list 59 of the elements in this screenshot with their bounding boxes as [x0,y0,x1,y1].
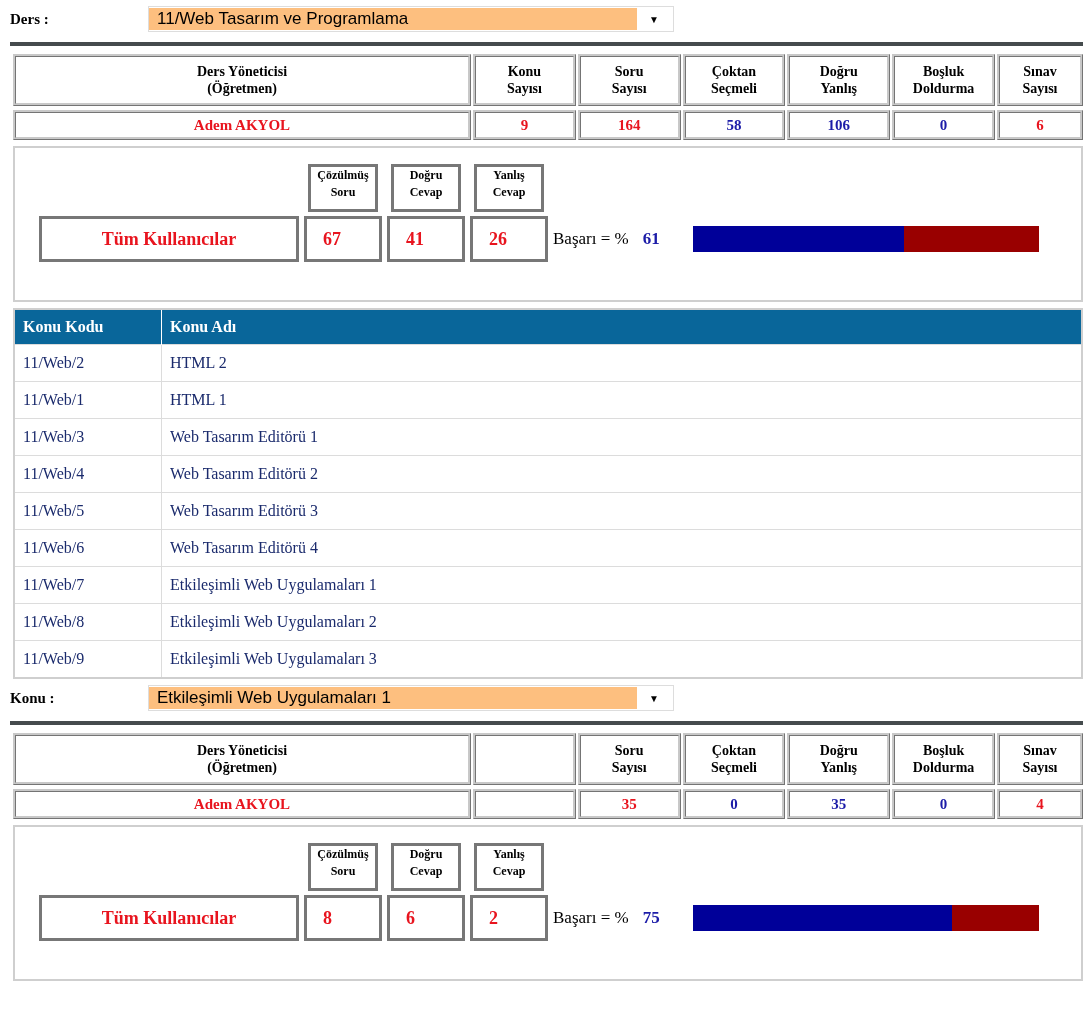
table-cell: 0 [892,110,995,140]
column-header: Ders Yöneticisi (Öğretmen) [13,733,471,785]
success-label: Başarı = % [553,229,629,249]
column-header: Konu Adı [161,309,1082,345]
table-cell[interactable]: 11/Web/6 [14,529,162,567]
table-cell: 41 [387,216,465,262]
column-header: Çoktan Seçmeli [682,733,786,785]
table-cell[interactable]: 11/Web/2 [14,344,162,382]
column-header: Çözülmüş Soru [308,843,378,891]
column-header: Boşluk Doldurma [892,54,995,106]
field-label: Konu : [10,689,56,707]
success-label: Başarı = % [553,908,629,928]
column-header: Çözülmüş Soru [308,164,378,212]
column-header: Ders Yöneticisi (Öğretmen) [13,54,471,106]
table-cell[interactable]: 11/Web/5 [14,492,162,530]
table-cell: 106 [787,110,891,140]
column-header: Yanlış Cevap [474,843,544,891]
column-header: Yanlış Cevap [474,164,544,212]
table-cell: Adem AKYOL [13,789,471,819]
field-label: Ders : [10,10,50,28]
table-cell: 6 [387,895,465,941]
column-header: Doğru Yanlış [787,54,891,106]
table-cell: 6 [997,110,1083,140]
table-cell: 2 [470,895,548,941]
table-cell: 67 [304,216,382,262]
table-cell: 26 [470,216,548,262]
table-cell: 0 [892,789,995,819]
table-cell: 8 [304,895,382,941]
column-header: Soru Sayısı [577,733,681,785]
table-cell: Tüm Kullanıcılar [39,895,299,941]
column-header: Doğru Cevap [391,164,461,212]
table-cell: 35 [787,789,891,819]
column-header: Konu Sayısı [473,54,576,106]
table-cell[interactable]: 11/Web/3 [14,418,162,456]
table-cell[interactable]: 11/Web/4 [14,455,162,493]
table-cell: 0 [682,789,786,819]
column-header: Boşluk Doldurma [892,733,995,785]
table-cell: Tüm Kullanıcılar [39,216,299,262]
success-value: 61 [642,229,661,249]
table-cell: 164 [577,110,681,140]
table-cell[interactable]: 11/Web/1 [14,381,162,419]
table-cell[interactable]: 11/Web/8 [14,603,162,641]
table-cell[interactable]: 11/Web/7 [14,566,162,604]
column-header: Konu Kodu [14,309,162,345]
column-header: Sınav Sayısı [997,54,1083,106]
table-cell: 4 [997,789,1083,819]
column-header: Çoktan Seçmeli [682,54,786,106]
table-cell[interactable]: HTML 2 [161,344,1082,382]
column-header: Soru Sayısı [577,54,681,106]
column-header: Sınav Sayısı [997,733,1083,785]
column-header: Doğru Cevap [391,843,461,891]
success-value: 75 [642,908,661,928]
dropdown-field[interactable]: 11/Web Tasarım ve Programlama ▼ [148,6,674,32]
table-cell: Adem AKYOL [13,110,471,140]
column-header: Doğru Yanlış [787,733,891,785]
table-cell: 9 [473,110,576,140]
table-cell: 35 [577,789,681,819]
table-cell: 58 [682,110,786,140]
dropdown-field[interactable]: Etkileşimli Web Uygulamaları 1 ▼ [148,685,674,711]
